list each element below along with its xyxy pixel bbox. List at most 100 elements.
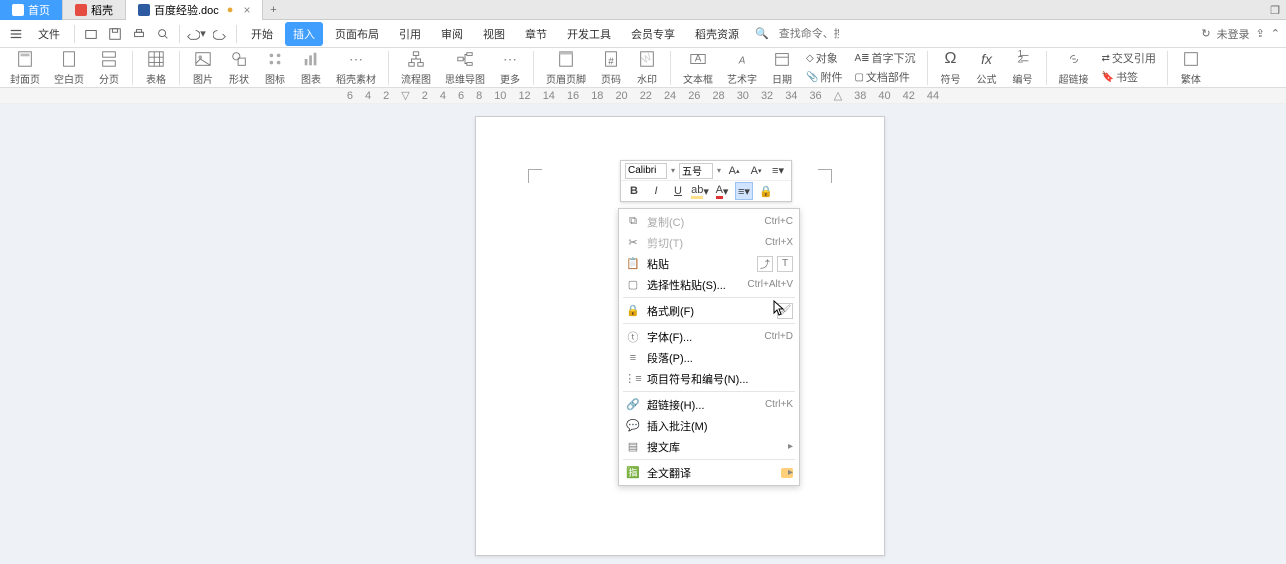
paste-opt-1-icon[interactable]: ⤴ xyxy=(757,256,773,272)
table-button[interactable]: 表格 xyxy=(141,49,171,86)
font-size-input[interactable] xyxy=(679,163,713,179)
shapes-label: 形状 xyxy=(229,71,249,86)
chart-button[interactable]: 图表 xyxy=(296,49,326,86)
cm-format-brush[interactable]: 🔒 格式刷(F) 🖌 xyxy=(619,300,799,321)
open-icon[interactable] xyxy=(81,24,101,44)
align-button[interactable]: ≡▾ xyxy=(735,182,753,200)
resources-button[interactable]: ⋯稻壳素材 xyxy=(332,49,380,86)
underline-button[interactable]: U xyxy=(669,182,687,200)
hamburger-icon[interactable] xyxy=(6,24,26,44)
close-icon[interactable]: × xyxy=(243,3,250,17)
cm-paragraph[interactable]: ≡ 段落(P)... xyxy=(619,347,799,368)
tab-review[interactable]: 审阅 xyxy=(433,22,471,46)
mini-toolbar[interactable]: ▾ ▾ A▴ A▾ ≡▾ B I U ab▾ A▾ ≡▾ 🔒 xyxy=(620,160,792,202)
ruler: 642 ▽ 24681012141618202224262830323436△3… xyxy=(0,88,1286,104)
bold-button[interactable]: B xyxy=(625,182,643,200)
tab-reference[interactable]: 引用 xyxy=(391,22,429,46)
tab-resource[interactable]: 稻壳资源 xyxy=(687,22,747,46)
tab-daoke[interactable]: 稻壳 xyxy=(63,0,126,20)
highlight-button[interactable]: ab▾ xyxy=(691,182,709,200)
line-spacing-icon[interactable]: ≡▾ xyxy=(769,162,787,180)
paste-opt-2-icon[interactable]: T xyxy=(777,256,793,272)
icons-label: 图标 xyxy=(265,71,285,86)
cm-paste[interactable]: 📋 粘贴 ⤴T xyxy=(619,253,799,274)
tab-home[interactable]: 首页 xyxy=(0,0,63,20)
traditional-button[interactable]: 繁体 xyxy=(1176,49,1206,86)
tab-section[interactable]: 章节 xyxy=(517,22,555,46)
header-footer-button[interactable]: 页眉页脚 xyxy=(542,49,590,86)
home-icon xyxy=(12,4,24,16)
doc-parts-button[interactable]: ▢ 文档部件 xyxy=(851,68,918,86)
share-icon[interactable]: ⇪ xyxy=(1256,27,1265,40)
save-icon[interactable] xyxy=(105,24,125,44)
tab-view[interactable]: 视图 xyxy=(475,22,513,46)
flowchart-button[interactable]: 流程图 xyxy=(397,49,435,86)
textbox-button[interactable]: A文本框 xyxy=(679,49,717,86)
attachment-button[interactable]: 📎 附件 xyxy=(803,68,845,86)
hyperlink-label: 超链接 xyxy=(1059,71,1089,86)
print-icon[interactable] xyxy=(129,24,149,44)
equation-button[interactable]: fx公式 xyxy=(972,49,1002,86)
paste-special-icon: ▢ xyxy=(625,277,641,293)
picture-button[interactable]: 图片 xyxy=(188,49,218,86)
cm-hyperlink[interactable]: 🔗 超链接(H)... Ctrl+K xyxy=(619,394,799,415)
blank-page-button[interactable]: 空白页 xyxy=(50,49,88,86)
tab-insert[interactable]: 插入 xyxy=(285,22,323,46)
bookmark-button[interactable]: 🔖 书签 xyxy=(1099,68,1159,86)
tab-pagelayout[interactable]: 页面布局 xyxy=(327,22,387,46)
page-number-button[interactable]: #页码 xyxy=(596,49,626,86)
undo-icon[interactable]: ▾ xyxy=(186,24,206,44)
preview-icon[interactable] xyxy=(153,24,173,44)
tab-member[interactable]: 会员专享 xyxy=(623,22,683,46)
tab-start[interactable]: 开始 xyxy=(243,22,281,46)
separator xyxy=(179,51,180,85)
cm-cut: ✂ 剪切(T) Ctrl+X xyxy=(619,232,799,253)
tab-document[interactable]: 百度经验.doc ● × xyxy=(126,0,263,20)
cm-search-lib[interactable]: ▤ 搜文库 ▸ xyxy=(619,436,799,457)
cm-translate[interactable]: 🈯 全文翻译 ▸ xyxy=(619,462,799,483)
cm-bullets[interactable]: ⋮≡ 项目符号和编号(N)... xyxy=(619,368,799,389)
doc-icon xyxy=(138,4,150,16)
wordart-label: 艺术字 xyxy=(727,71,757,86)
margin-mark-tr xyxy=(818,169,832,183)
cover-page-button[interactable]: 封面页 xyxy=(6,49,44,86)
symbol-button[interactable]: Ω符号 xyxy=(936,49,966,86)
increase-font-icon[interactable]: A▴ xyxy=(725,162,743,180)
cm-font[interactable]: ⓣ 字体(F)... Ctrl+D xyxy=(619,326,799,347)
window-maximize-icon[interactable]: ❐ xyxy=(1264,0,1286,20)
svg-text:A: A xyxy=(738,56,746,67)
numbering-button[interactable]: 12编号 xyxy=(1008,49,1038,86)
login-label[interactable]: 未登录 xyxy=(1217,26,1250,42)
resources-label: 稻壳素材 xyxy=(336,71,376,86)
page-break-button[interactable]: 分页 xyxy=(94,49,124,86)
decrease-font-icon[interactable]: A▾ xyxy=(747,162,765,180)
cm-copy: ⧉ 复制(C) Ctrl+C xyxy=(619,211,799,232)
dropcap-button[interactable]: A≣ 首字下沉 xyxy=(851,49,918,67)
file-menu[interactable]: 文件 xyxy=(30,22,68,46)
collapse-icon[interactable]: ⌃ xyxy=(1271,27,1280,40)
sync-icon[interactable]: ↻ xyxy=(1201,27,1210,40)
redo-icon[interactable] xyxy=(210,24,230,44)
lock-button[interactable]: 🔒 xyxy=(757,182,775,200)
cm-comment[interactable]: 💬 插入批注(M) xyxy=(619,415,799,436)
tab-add-button[interactable]: + xyxy=(263,4,283,16)
icons-button[interactable]: 图标 xyxy=(260,49,290,86)
italic-button[interactable]: I xyxy=(647,182,665,200)
tab-devtools[interactable]: 开发工具 xyxy=(559,22,619,46)
wordart-button[interactable]: A 艺术字 xyxy=(723,49,761,86)
object-button[interactable]: ◇ 对象 xyxy=(803,49,845,67)
font-family-input[interactable] xyxy=(625,163,667,179)
crossref-button[interactable]: ⇄ 交叉引用 xyxy=(1099,49,1159,67)
search-icon[interactable]: 🔍 xyxy=(755,27,769,40)
hyperlink-button[interactable]: 超链接 xyxy=(1055,49,1093,86)
separator xyxy=(670,51,671,85)
more-button[interactable]: ⋯更多 xyxy=(495,49,525,86)
cut-icon: ✂ xyxy=(625,235,641,251)
shapes-button[interactable]: 形状 xyxy=(224,49,254,86)
date-button[interactable]: 日期 xyxy=(767,49,797,86)
mindmap-button[interactable]: 思维导图 xyxy=(441,49,489,86)
font-color-button[interactable]: A▾ xyxy=(713,182,731,200)
cm-paste-special[interactable]: ▢ 选择性粘贴(S)... Ctrl+Alt+V xyxy=(619,274,799,295)
search-input[interactable] xyxy=(779,28,839,40)
watermark-button[interactable]: W水印 xyxy=(632,49,662,86)
